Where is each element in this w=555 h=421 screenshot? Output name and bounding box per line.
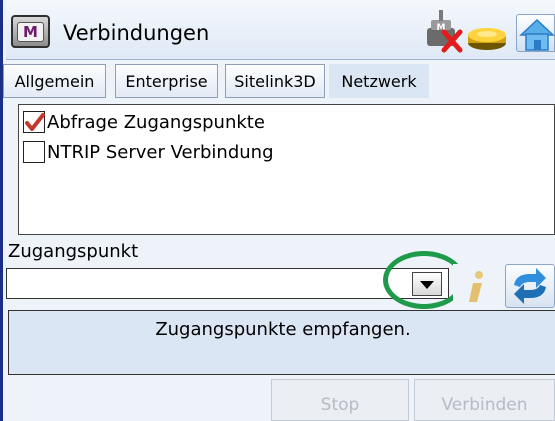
option-ntrip-server[interactable]: NTRIP Server Verbindung	[23, 140, 274, 164]
connect-button[interactable]: Verbinden	[414, 379, 555, 421]
gnss-receiver-icon[interactable]	[468, 28, 506, 50]
status-box: Zugangspunkte empfangen.	[8, 310, 555, 375]
refresh-button[interactable]	[505, 264, 555, 308]
device-disconnected-icon[interactable]: M	[427, 10, 463, 53]
option-label: NTRIP Server Verbindung	[47, 141, 274, 163]
app-logo-icon: M	[17, 21, 44, 42]
tab-label: Enterprise	[125, 71, 208, 91]
window-title: Verbindungen	[63, 21, 210, 45]
tab-label: Sitelink3D	[234, 71, 316, 91]
option-query-access-points[interactable]: Abfrage Zugangspunkte	[23, 110, 265, 134]
tab-network[interactable]: Netzwerk	[329, 64, 429, 98]
connections-window: M Verbindungen M Allgemein Enterprise Si…	[0, 0, 555, 421]
tab-enterprise[interactable]: Enterprise	[115, 64, 218, 98]
tab-label: Netzwerk	[341, 71, 417, 91]
tab-bar: Allgemein Enterprise Sitelink3D Netzwerk	[3, 64, 555, 98]
info-icon	[469, 271, 483, 302]
option-label: Abfrage Zugangspunkte	[47, 111, 265, 133]
tab-label: Allgemein	[14, 71, 95, 91]
status-message: Zugangspunkte empfangen.	[155, 319, 411, 340]
connect-button-label: Verbinden	[441, 395, 528, 415]
info-button[interactable]	[453, 264, 498, 308]
checkbox-unchecked[interactable]	[23, 141, 45, 163]
tab-general[interactable]: Allgemein	[3, 64, 106, 98]
app-menu-button[interactable]: M	[11, 15, 50, 48]
refresh-icon	[514, 268, 546, 304]
tab-sitelink3d[interactable]: Sitelink3D	[225, 64, 325, 98]
options-list: Abfrage Zugangspunkte NTRIP Server Verbi…	[18, 104, 555, 235]
stop-button-label: Stop	[320, 395, 360, 415]
checkbox-checked[interactable]	[23, 111, 45, 133]
checkmark-icon	[25, 113, 45, 131]
access-point-label: Zugangspunkt	[8, 241, 139, 262]
home-icon	[519, 18, 555, 51]
stop-button[interactable]: Stop	[271, 379, 409, 421]
home-button[interactable]	[516, 14, 555, 52]
